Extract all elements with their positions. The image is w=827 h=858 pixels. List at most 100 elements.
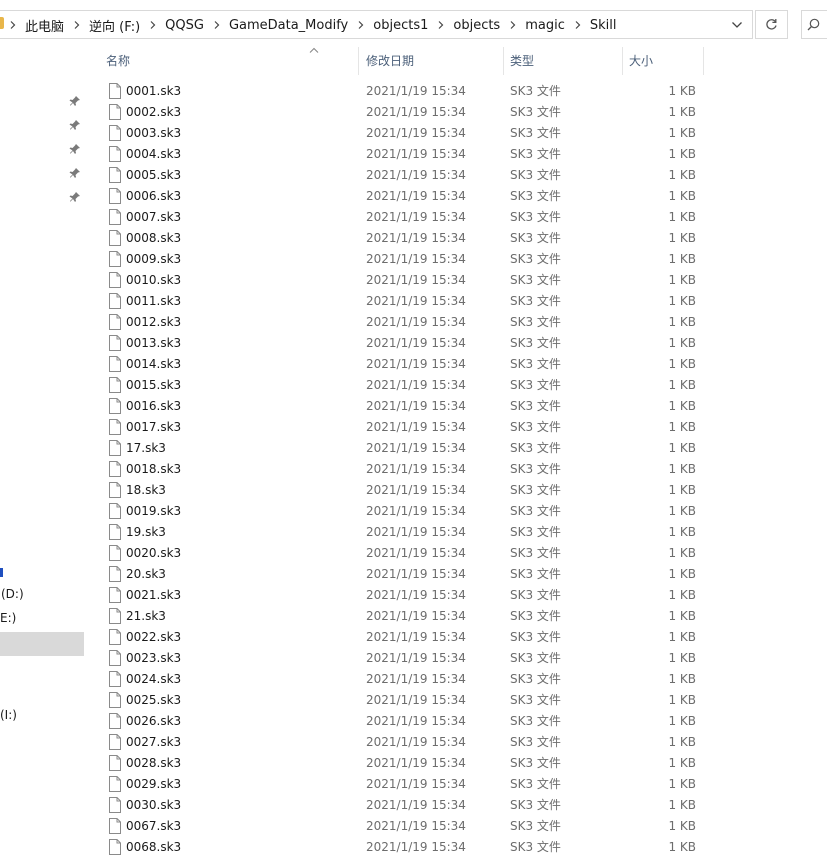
file-row[interactable]: 19.sk3 2021/1/19 15:34 SK3 文件 1 KB <box>84 522 827 543</box>
breadcrumb-item-skill[interactable]: Skill <box>590 18 617 33</box>
breadcrumb-item-magic[interactable]: magic <box>525 18 565 33</box>
file-row[interactable]: 0005.sk3 2021/1/19 15:34 SK3 文件 1 KB <box>84 165 827 186</box>
file-row[interactable]: 0011.sk3 2021/1/19 15:34 SK3 文件 1 KB <box>84 291 827 312</box>
file-name: 0009.sk3 <box>126 252 182 266</box>
file-row[interactable]: 0014.sk3 2021/1/19 15:34 SK3 文件 1 KB <box>84 354 827 375</box>
breadcrumb-item-objects[interactable]: objects <box>453 18 500 33</box>
column-divider[interactable] <box>503 47 504 75</box>
chevron-right-icon[interactable] <box>10 16 16 34</box>
nav-item-drive-d[interactable]: (D:) <box>1 587 24 601</box>
chevron-right-icon[interactable] <box>575 16 581 34</box>
file-row[interactable]: 0006.sk3 2021/1/19 15:34 SK3 文件 1 KB <box>84 186 827 207</box>
file-size: 1 KB <box>668 315 696 329</box>
file-size: 1 KB <box>668 210 696 224</box>
file-row[interactable]: 0026.sk3 2021/1/19 15:34 SK3 文件 1 KB <box>84 711 827 732</box>
pin-icon[interactable] <box>69 119 81 131</box>
file-row[interactable]: 0025.sk3 2021/1/19 15:34 SK3 文件 1 KB <box>84 690 827 711</box>
file-row[interactable]: 21.sk3 2021/1/19 15:34 SK3 文件 1 KB <box>84 606 827 627</box>
file-name: 0068.sk3 <box>126 840 182 854</box>
file-row[interactable]: 0008.sk3 2021/1/19 15:34 SK3 文件 1 KB <box>84 228 827 249</box>
column-divider[interactable] <box>622 47 623 75</box>
file-row[interactable]: 0027.sk3 2021/1/19 15:34 SK3 文件 1 KB <box>84 732 827 753</box>
file-name: 0015.sk3 <box>126 378 182 392</box>
file-icon <box>109 314 121 330</box>
file-type: SK3 文件 <box>510 609 561 623</box>
file-row[interactable]: 0019.sk3 2021/1/19 15:34 SK3 文件 1 KB <box>84 501 827 522</box>
pin-icon[interactable] <box>69 143 81 155</box>
column-header-date[interactable]: 修改日期 <box>366 47 414 75</box>
file-date: 2021/1/19 15:34 <box>366 294 466 308</box>
file-type: SK3 文件 <box>510 84 561 98</box>
chevron-right-icon[interactable] <box>214 16 220 34</box>
nav-item-selected[interactable] <box>0 632 84 656</box>
file-row[interactable]: 0017.sk3 2021/1/19 15:34 SK3 文件 1 KB <box>84 417 827 438</box>
drive-icon-fragment <box>0 568 3 577</box>
column-divider[interactable] <box>703 47 704 75</box>
file-row[interactable]: 0001.sk3 2021/1/19 15:34 SK3 文件 1 KB <box>84 81 827 102</box>
file-row[interactable]: 0029.sk3 2021/1/19 15:34 SK3 文件 1 KB <box>84 774 827 795</box>
file-row[interactable]: 0002.sk3 2021/1/19 15:34 SK3 文件 1 KB <box>84 102 827 123</box>
file-row[interactable]: 0018.sk3 2021/1/19 15:34 SK3 文件 1 KB <box>84 459 827 480</box>
breadcrumb-item-gamedata[interactable]: GameData_Modify <box>229 18 348 33</box>
chevron-right-icon[interactable] <box>510 16 516 34</box>
breadcrumb-item-this-pc[interactable]: 此电脑 <box>25 16 64 35</box>
pin-icon[interactable] <box>69 191 81 203</box>
file-row[interactable]: 17.sk3 2021/1/19 15:34 SK3 文件 1 KB <box>84 438 827 459</box>
file-row[interactable]: 20.sk3 2021/1/19 15:34 SK3 文件 1 KB <box>84 564 827 585</box>
column-header-type[interactable]: 类型 <box>510 47 534 75</box>
refresh-button[interactable] <box>755 10 788 39</box>
file-icon <box>109 167 121 183</box>
column-divider[interactable] <box>358 47 359 75</box>
file-icon <box>109 293 121 309</box>
breadcrumb-item-drive[interactable]: 逆向 (F:) <box>89 16 140 35</box>
file-row[interactable]: 0013.sk3 2021/1/19 15:34 SK3 文件 1 KB <box>84 333 827 354</box>
file-row[interactable]: 0010.sk3 2021/1/19 15:34 SK3 文件 1 KB <box>84 270 827 291</box>
file-name: 19.sk3 <box>126 525 166 539</box>
file-row[interactable]: 0007.sk3 2021/1/19 15:34 SK3 文件 1 KB <box>84 207 827 228</box>
file-row[interactable]: 0009.sk3 2021/1/19 15:34 SK3 文件 1 KB <box>84 249 827 270</box>
chevron-right-icon[interactable] <box>438 16 444 34</box>
file-row[interactable]: 0012.sk3 2021/1/19 15:34 SK3 文件 1 KB <box>84 312 827 333</box>
file-name: 0018.sk3 <box>126 462 182 476</box>
file-date: 2021/1/19 15:34 <box>366 819 466 833</box>
file-row[interactable]: 0015.sk3 2021/1/19 15:34 SK3 文件 1 KB <box>84 375 827 396</box>
refresh-icon <box>766 19 777 30</box>
pin-icon[interactable] <box>69 167 81 179</box>
file-row[interactable]: 0016.sk3 2021/1/19 15:34 SK3 文件 1 KB <box>84 396 827 417</box>
chevron-right-icon[interactable] <box>150 16 156 34</box>
file-row[interactable]: 0020.sk3 2021/1/19 15:34 SK3 文件 1 KB <box>84 543 827 564</box>
file-date: 2021/1/19 15:34 <box>366 777 466 791</box>
file-row[interactable]: 0067.sk3 2021/1/19 15:34 SK3 文件 1 KB <box>84 816 827 837</box>
file-icon <box>109 398 121 414</box>
file-size: 1 KB <box>668 840 696 854</box>
nav-item-drive-i[interactable]: (I:) <box>0 708 17 722</box>
file-row[interactable]: 0028.sk3 2021/1/19 15:34 SK3 文件 1 KB <box>84 753 827 774</box>
file-row[interactable]: 0068.sk3 2021/1/19 15:34 SK3 文件 1 KB <box>84 837 827 858</box>
file-size: 1 KB <box>668 483 696 497</box>
file-name: 0006.sk3 <box>126 189 182 203</box>
column-header-name[interactable]: 名称 <box>106 47 130 75</box>
breadcrumb-item-qqsg[interactable]: QQSG <box>165 18 204 33</box>
file-type: SK3 文件 <box>510 525 561 539</box>
breadcrumb-item-objects1[interactable]: objects1 <box>373 18 428 33</box>
file-row[interactable]: 0023.sk3 2021/1/19 15:34 SK3 文件 1 KB <box>84 648 827 669</box>
column-header-size[interactable]: 大小 <box>629 47 653 75</box>
pin-icon[interactable] <box>69 95 81 107</box>
file-date: 2021/1/19 15:34 <box>366 798 466 812</box>
file-icon <box>109 440 121 456</box>
file-row[interactable]: 0003.sk3 2021/1/19 15:34 SK3 文件 1 KB <box>84 123 827 144</box>
file-row[interactable]: 18.sk3 2021/1/19 15:34 SK3 文件 1 KB <box>84 480 827 501</box>
nav-item-drive-e[interactable]: E:) <box>0 611 16 625</box>
chevron-right-icon[interactable] <box>74 16 80 34</box>
file-row[interactable]: 0030.sk3 2021/1/19 15:34 SK3 文件 1 KB <box>84 795 827 816</box>
file-row[interactable]: 0024.sk3 2021/1/19 15:34 SK3 文件 1 KB <box>84 669 827 690</box>
chevron-down-icon[interactable] <box>729 17 745 33</box>
file-row[interactable]: 0022.sk3 2021/1/19 15:34 SK3 文件 1 KB <box>84 627 827 648</box>
chevron-right-icon[interactable] <box>358 16 364 34</box>
file-type: SK3 文件 <box>510 420 561 434</box>
file-name: 0005.sk3 <box>126 168 182 182</box>
search-input[interactable] <box>801 10 827 39</box>
file-row[interactable]: 0004.sk3 2021/1/19 15:34 SK3 文件 1 KB <box>84 144 827 165</box>
file-date: 2021/1/19 15:34 <box>366 546 466 560</box>
file-row[interactable]: 0021.sk3 2021/1/19 15:34 SK3 文件 1 KB <box>84 585 827 606</box>
